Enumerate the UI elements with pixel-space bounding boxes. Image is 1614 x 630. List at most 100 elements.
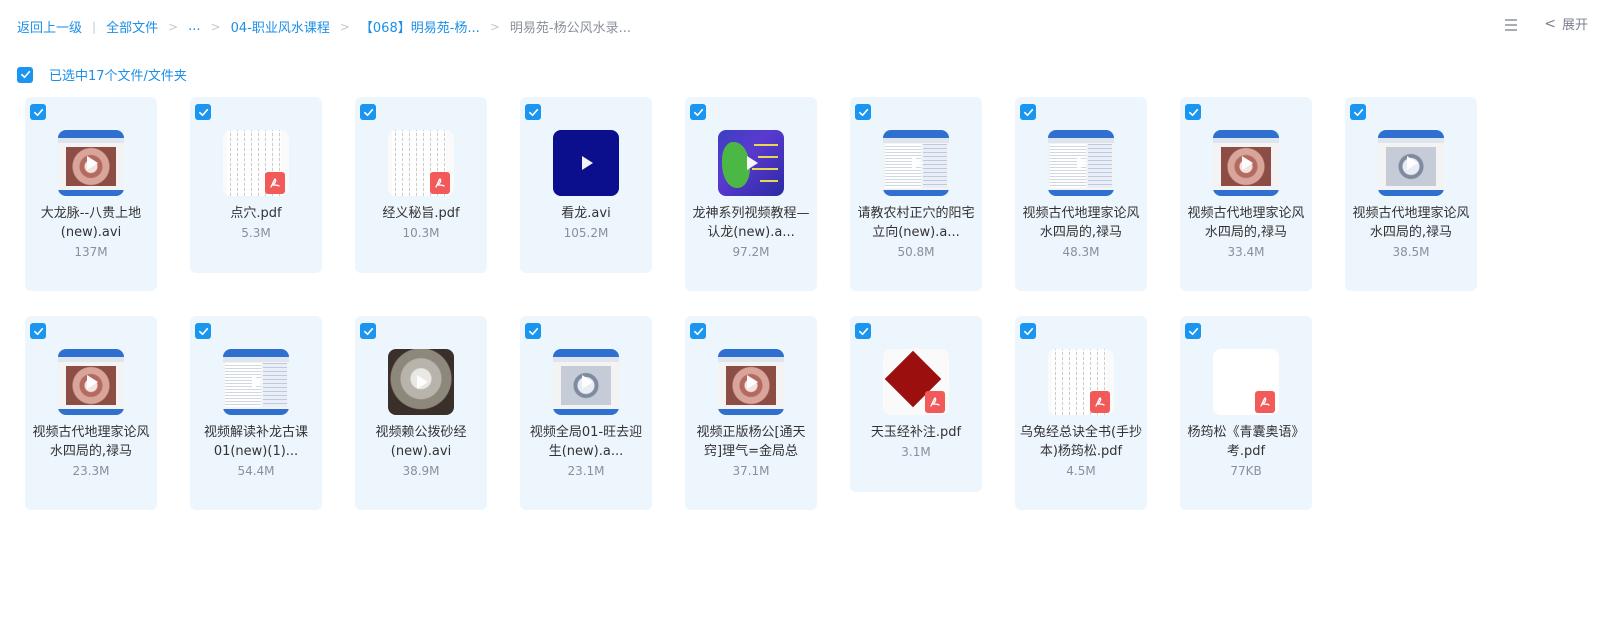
play-icon <box>1077 156 1088 170</box>
back-link[interactable]: 返回上一级 <box>17 17 82 36</box>
file-card[interactable]: 龙神系列视频教程—认龙(new).a... 97.2M <box>685 97 817 291</box>
play-icon <box>87 156 98 170</box>
file-checkbox[interactable] <box>1350 104 1366 120</box>
file-name: 视频古代地理家论风水四局的,禄马 <box>1022 206 1140 240</box>
file-checkbox[interactable] <box>690 323 706 339</box>
select-all-checkbox[interactable] <box>17 66 33 83</box>
selection-bar: 已选中17个文件/文件夹 <box>17 65 187 84</box>
video-thumbnail <box>58 130 124 196</box>
video-thumbnail <box>883 130 949 196</box>
file-checkbox[interactable] <box>195 323 211 339</box>
file-card[interactable]: 视频古代地理家论风水四局的,禄马 38.5M <box>1345 97 1477 291</box>
file-size: 38.5M <box>1392 245 1430 259</box>
file-size: 50.8M <box>897 245 935 259</box>
pdf-icon <box>270 178 280 188</box>
file-size: 37.1M <box>732 464 770 478</box>
file-name: 大龙脉--八贵上地(new).avi <box>40 206 142 240</box>
file-card[interactable]: 大龙脉--八贵上地(new).avi 137M <box>25 97 157 291</box>
file-size: 77KB <box>1230 464 1262 478</box>
crumb-all-files[interactable]: 全部文件 <box>106 17 158 36</box>
chevron-right-icon: > <box>339 19 350 34</box>
file-size: 3.1M <box>901 445 931 459</box>
check-icon <box>858 327 868 335</box>
file-checkbox[interactable] <box>1185 323 1201 339</box>
play-icon <box>87 375 98 389</box>
video-thumbnail <box>553 349 619 415</box>
file-checkbox[interactable] <box>855 104 871 120</box>
crumb-level1[interactable]: 04-职业风水课程 <box>231 17 330 36</box>
play-icon <box>252 375 263 389</box>
file-card[interactable]: 视频古代地理家论风水四局的,禄马 33.4M <box>1180 97 1312 291</box>
top-bar: 返回上一级 | 全部文件 > ... > 04-职业风水课程 > 【068】明易… <box>0 0 1614 52</box>
file-name: 视频正版杨公[通天窍]理气=金局总 <box>696 425 806 459</box>
file-checkbox[interactable] <box>30 323 46 339</box>
file-size: 137M <box>74 245 108 259</box>
video-thumbnail <box>223 349 289 415</box>
file-card[interactable]: 乌兔经总诀全书(手抄本)杨筠松.pdf 4.5M <box>1015 316 1147 510</box>
file-name: 视频古代地理家论风水四局的,禄马 <box>32 425 150 459</box>
file-size: 97.2M <box>732 245 770 259</box>
check-icon <box>528 108 538 116</box>
crumb-ellipsis[interactable]: ... <box>188 19 200 34</box>
top-right-tools: < 展开 <box>1502 14 1588 33</box>
play-icon <box>747 375 758 389</box>
file-name: 视频古代地理家论风水四局的,禄马 <box>1352 206 1470 240</box>
file-checkbox[interactable] <box>855 323 871 339</box>
file-checkbox[interactable] <box>1185 104 1201 120</box>
file-name: 天玉经补注.pdf <box>870 425 962 440</box>
file-name: 经义秘旨.pdf <box>382 206 460 221</box>
file-card[interactable]: 视频解读补龙古课01(new)(1)... 54.4M <box>190 316 322 510</box>
check-icon <box>1188 108 1198 116</box>
list-view-icon[interactable] <box>1502 15 1520 33</box>
file-card[interactable]: 看龙.avi 105.2M <box>520 97 652 273</box>
file-size: 4.5M <box>1066 464 1096 478</box>
chevron-right-icon: > <box>489 19 500 34</box>
pdf-icon <box>1260 397 1270 407</box>
file-card[interactable]: 视频古代地理家论风水四局的,禄马 23.3M <box>25 316 157 510</box>
file-checkbox[interactable] <box>360 104 376 120</box>
file-checkbox[interactable] <box>195 104 211 120</box>
file-checkbox[interactable] <box>30 104 46 120</box>
file-checkbox[interactable] <box>1020 104 1036 120</box>
video-thumbnail <box>388 349 454 415</box>
breadcrumb-divider: | <box>92 19 97 34</box>
file-card[interactable]: 视频赖公拨砂经(new).avi 38.9M <box>355 316 487 510</box>
pdf-badge <box>925 391 945 413</box>
file-card[interactable]: 视频古代地理家论风水四局的,禄马 48.3M <box>1015 97 1147 291</box>
file-card[interactable]: 天玉经补注.pdf 3.1M <box>850 316 982 492</box>
file-checkbox[interactable] <box>1020 323 1036 339</box>
file-name: 点穴.pdf <box>230 206 282 221</box>
video-thumbnail <box>1048 130 1114 196</box>
video-thumbnail <box>58 349 124 415</box>
file-checkbox[interactable] <box>690 104 706 120</box>
pdf-icon <box>435 178 445 188</box>
check-icon <box>1188 327 1198 335</box>
check-icon <box>363 327 373 335</box>
file-checkbox[interactable] <box>525 104 541 120</box>
check-icon <box>198 108 208 116</box>
expand-button[interactable]: < 展开 <box>1544 14 1588 34</box>
pdf-badge <box>1090 391 1110 413</box>
file-card[interactable]: 点穴.pdf 5.3M <box>190 97 322 273</box>
file-card[interactable]: 请教农村正穴的阳宅立向(new).a... 50.8M <box>850 97 982 291</box>
check-icon <box>198 327 208 335</box>
file-card[interactable]: 视频正版杨公[通天窍]理气=金局总 37.1M <box>685 316 817 510</box>
file-card[interactable]: 视频全局01-旺去迎生(new).a... 23.1M <box>520 316 652 510</box>
file-checkbox[interactable] <box>525 323 541 339</box>
file-card[interactable]: 杨筠松《青囊奥语》考.pdf 77KB <box>1180 316 1312 510</box>
check-icon <box>363 108 373 116</box>
selection-count-label: 已选中17个文件/文件夹 <box>49 69 187 84</box>
check-icon <box>1023 327 1033 335</box>
file-checkbox[interactable] <box>360 323 376 339</box>
pdf-icon <box>930 397 940 407</box>
check-icon <box>33 327 43 335</box>
file-size: 48.3M <box>1062 245 1100 259</box>
pdf-thumbnail <box>1048 349 1114 415</box>
file-name: 视频全局01-旺去迎生(new).a... <box>529 425 643 459</box>
file-size: 23.1M <box>567 464 605 478</box>
pdf-thumbnail <box>1213 349 1279 415</box>
crumb-current: 明易苑-杨公风水录... <box>509 21 631 36</box>
file-card[interactable]: 经义秘旨.pdf 10.3M <box>355 97 487 273</box>
crumb-level2[interactable]: 【068】明易苑-杨... <box>360 17 480 36</box>
play-icon <box>417 375 428 389</box>
